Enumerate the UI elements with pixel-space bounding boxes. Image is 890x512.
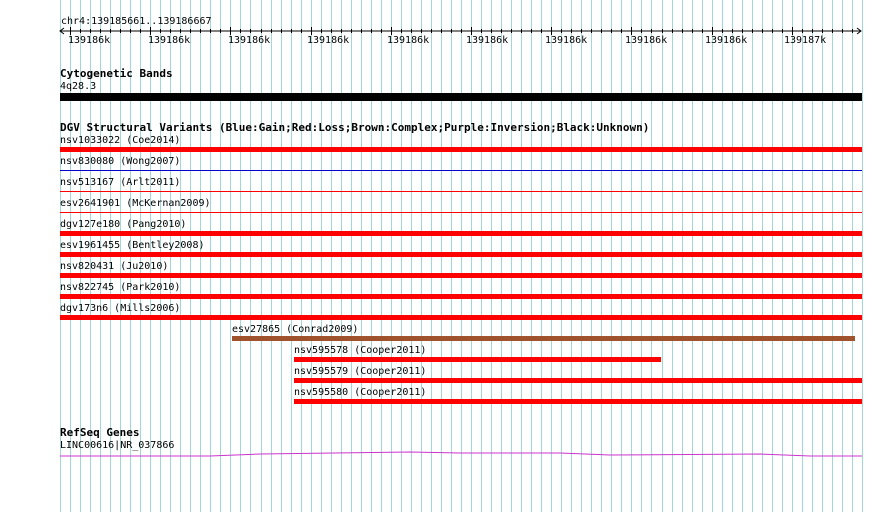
variant-label: nsv595578 (Cooper2011) bbox=[294, 345, 427, 356]
ruler-tick-label: 139186k bbox=[148, 35, 191, 46]
variant-feature-loss[interactable] bbox=[60, 252, 862, 257]
variant-feature-gain[interactable] bbox=[60, 170, 862, 171]
variant-feature-loss[interactable] bbox=[60, 294, 862, 299]
variant-label: nsv595579 (Cooper2011) bbox=[294, 366, 427, 377]
ruler-tick-label: 139186k bbox=[545, 35, 588, 46]
variant-label: dgv173n6 (Mills2006) bbox=[60, 303, 181, 314]
cytoband-track-title: Cytogenetic Bands bbox=[60, 67, 173, 80]
ruler-tick-label: 139186k bbox=[307, 35, 350, 46]
ruler-tick-label: 139186k bbox=[466, 35, 509, 46]
variant-feature-loss[interactable] bbox=[60, 212, 862, 213]
dgv-track-title: DGV Structural Variants (Blue:Gain;Red:L… bbox=[60, 121, 650, 134]
ruler-tick-label: 139187k bbox=[784, 35, 827, 46]
variant-feature-loss[interactable] bbox=[60, 147, 862, 152]
variant-feature-loss[interactable] bbox=[294, 378, 862, 383]
variant-feature-loss[interactable] bbox=[294, 399, 862, 404]
variant-label: nsv822745 (Park2010) bbox=[60, 282, 181, 293]
variant-label: nsv830080 (Wong2007) bbox=[60, 156, 181, 167]
gene-feature[interactable] bbox=[0, 448, 890, 462]
variant-feature-loss[interactable] bbox=[60, 273, 862, 278]
variant-label: esv2641901 (McKernan2009) bbox=[60, 198, 211, 209]
variant-feature-complex[interactable] bbox=[232, 336, 855, 341]
cytoband-bar[interactable] bbox=[60, 93, 862, 101]
variant-label: nsv513167 (Arlt2011) bbox=[60, 177, 181, 188]
ruler-tick-label: 139186k bbox=[705, 35, 748, 46]
variant-feature-loss[interactable] bbox=[60, 315, 862, 320]
variant-feature-loss[interactable] bbox=[60, 231, 862, 236]
variant-label: esv1961455 (Bentley2008) bbox=[60, 240, 205, 251]
coordinate-ruler[interactable] bbox=[0, 24, 890, 48]
cytoband-label: 4q28.3 bbox=[60, 81, 97, 92]
ruler-tick-label: 139186k bbox=[625, 35, 668, 46]
variant-label: nsv595580 (Cooper2011) bbox=[294, 387, 427, 398]
variant-label: nsv1033022 (Coe2014) bbox=[60, 135, 181, 146]
ruler-tick-label: 139186k bbox=[228, 35, 271, 46]
variant-label: esv27865 (Conrad2009) bbox=[232, 324, 359, 335]
variant-feature-loss[interactable] bbox=[60, 191, 862, 192]
ruler-tick-label: 139186k bbox=[387, 35, 430, 46]
ruler-tick-label: 139186k bbox=[68, 35, 111, 46]
variant-label: nsv820431 (Ju2010) bbox=[60, 261, 169, 272]
variant-feature-loss[interactable] bbox=[294, 357, 661, 362]
refseq-track-title: RefSeq Genes bbox=[60, 426, 140, 439]
variant-label: dgv127e180 (Pang2010) bbox=[60, 219, 187, 230]
genome-browser-view: chr4:139185661..139186667 139186k 139186… bbox=[0, 0, 890, 512]
